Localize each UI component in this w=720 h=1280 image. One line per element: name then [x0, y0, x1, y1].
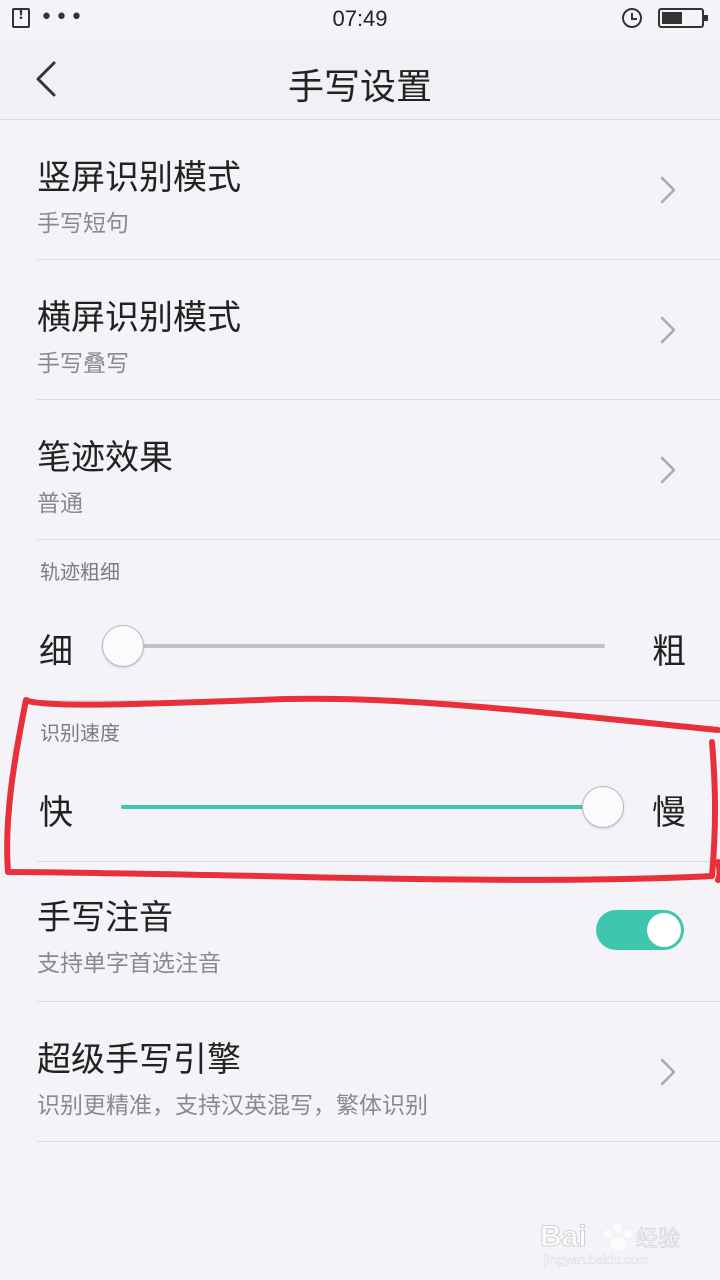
setting-description: 支持单字首选注音 — [37, 951, 221, 977]
phonetic-toggle-switch[interactable] — [596, 910, 684, 950]
setting-super-engine[interactable]: 超级手写引擎 识别更精准，支持汉英混写，繁体识别 — [37, 1002, 720, 1142]
setting-value: 手写短句 — [37, 211, 129, 237]
slider-min-label: 细 — [39, 632, 73, 672]
chevron-right-icon — [660, 456, 676, 484]
setting-value: 手写叠写 — [37, 351, 129, 377]
settings-list: 竖屏识别模式 手写短句 横屏识别模式 手写叠写 笔迹效果 普通 轨迹粗细 细 粗… — [0, 120, 720, 1142]
baidu-watermark-logo: Bai 经验 jingyan.baidu.com — [540, 1220, 680, 1268]
setting-title: 超级手写引擎 — [37, 1040, 241, 1080]
svg-text:Bai: Bai — [540, 1220, 587, 1253]
recognition-speed-slider-thumb[interactable] — [582, 786, 624, 828]
stroke-width-section-label: 轨迹粗细 — [40, 560, 120, 584]
app-header: 手写设置 — [0, 40, 720, 120]
chevron-right-icon — [660, 1058, 676, 1086]
setting-title: 横屏识别模式 — [37, 298, 241, 338]
stroke-width-slider-thumb[interactable] — [102, 625, 144, 667]
setting-title: 手写注音 — [37, 898, 173, 938]
stroke-width-slider-row: 细 粗 — [37, 588, 720, 701]
status-bar: ••• 07:49 — [0, 0, 720, 40]
svg-text:经验: 经验 — [636, 1227, 680, 1252]
slider-max-label: 粗 — [652, 632, 686, 672]
chevron-right-icon — [660, 316, 676, 344]
stroke-width-slider-track[interactable] — [123, 644, 605, 648]
setting-phonetic[interactable]: 手写注音 支持单字首选注音 — [37, 862, 720, 1002]
setting-stroke-effect[interactable]: 笔迹效果 普通 — [37, 400, 720, 540]
page-title: 手写设置 — [287, 67, 432, 108]
alarm-icon — [622, 8, 642, 28]
recognition-speed-slider-row: 快 慢 — [37, 749, 720, 862]
setting-value: 普通 — [37, 491, 83, 517]
recognition-speed-section-label: 识别速度 — [40, 721, 120, 745]
slider-min-label: 快 — [39, 793, 73, 833]
setting-title: 笔迹效果 — [37, 438, 173, 478]
status-time: 07:49 — [332, 6, 388, 31]
battery-icon — [658, 8, 708, 28]
setting-title: 竖屏识别模式 — [37, 158, 241, 198]
toggle-knob — [647, 913, 681, 947]
back-arrow-icon — [36, 61, 56, 97]
setting-description: 识别更精准，支持汉英混写，繁体识别 — [37, 1093, 428, 1119]
setting-portrait-mode[interactable]: 竖屏识别模式 手写短句 — [37, 120, 720, 260]
back-button[interactable] — [22, 54, 72, 104]
setting-landscape-mode[interactable]: 横屏识别模式 手写叠写 — [37, 260, 720, 400]
svg-text:jingyan.baidu.com: jingyan.baidu.com — [543, 1252, 649, 1267]
recognition-speed-slider-fill — [121, 805, 603, 809]
slider-max-label: 慢 — [652, 793, 686, 833]
chevron-right-icon — [660, 176, 676, 204]
